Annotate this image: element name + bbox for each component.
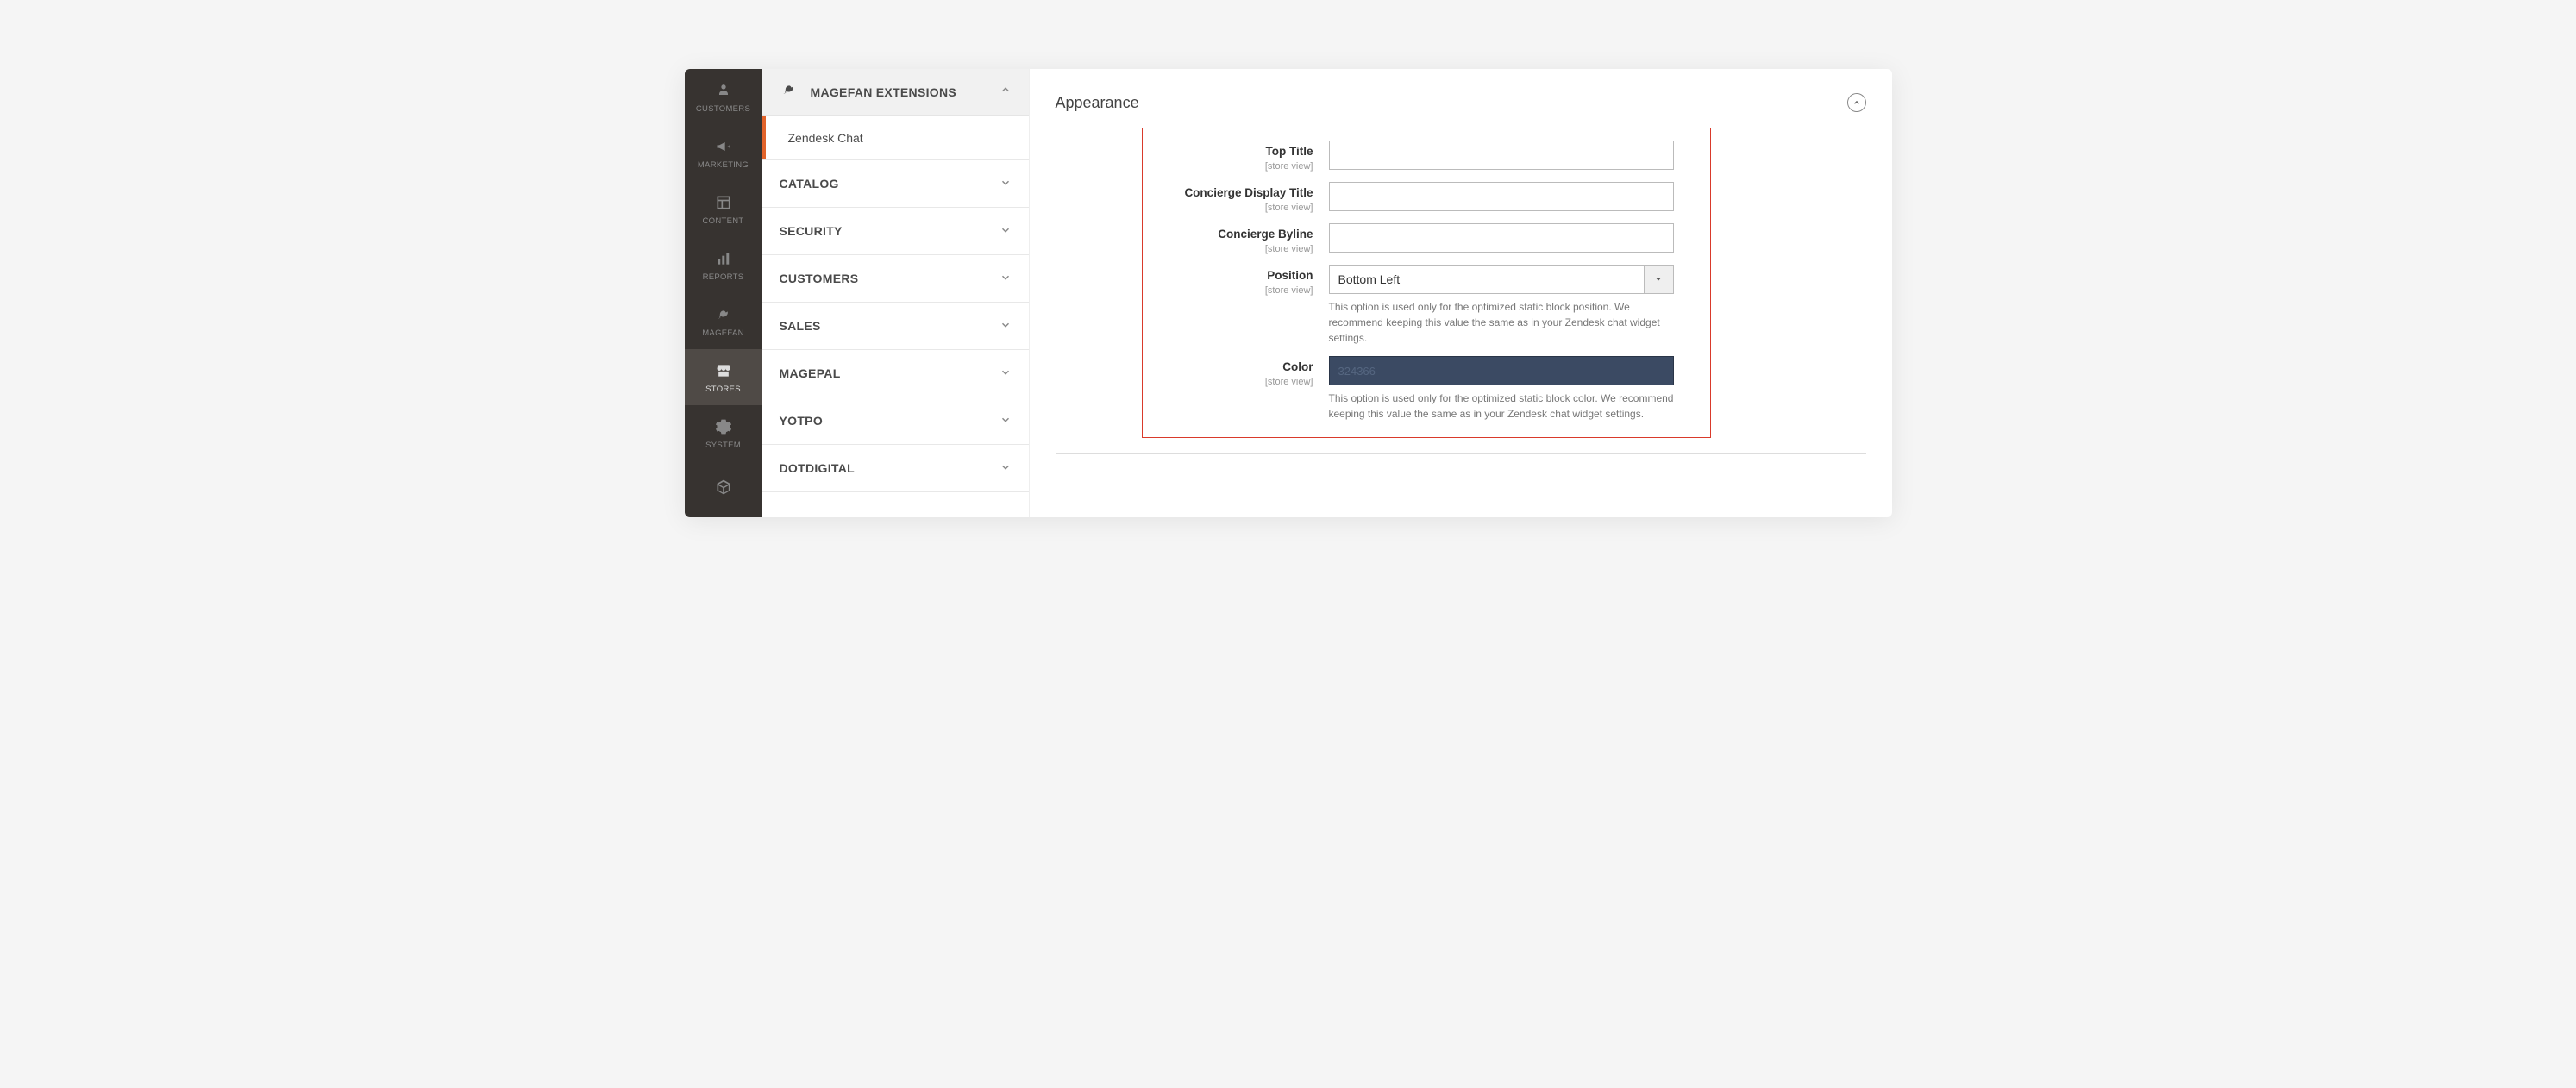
panel-group-label: CATALOG [780, 177, 1000, 191]
chevron-down-icon [1000, 177, 1012, 191]
chevron-down-icon [1000, 272, 1012, 286]
field-row-top-title: Top Title [store view] [1158, 141, 1695, 172]
nav-label: CUSTOMERS [696, 104, 750, 114]
position-select[interactable]: Bottom Left [1329, 265, 1674, 294]
nav-marketing[interactable]: MARKETING [685, 125, 762, 181]
panel-group-dotdigital[interactable]: DOTDIGITAL [762, 445, 1029, 492]
nav-label: MARKETING [698, 160, 749, 170]
chevron-up-icon [1000, 84, 1012, 100]
field-scope: [store view] [1158, 377, 1313, 387]
panel-group-yotpo[interactable]: YOTPO [762, 397, 1029, 445]
nav-stores[interactable]: STORES [685, 349, 762, 405]
bird-icon [780, 81, 799, 103]
field-scope: [store view] [1158, 285, 1313, 296]
chevron-down-icon [1000, 366, 1012, 381]
field-label: Concierge Display Title [1184, 186, 1313, 199]
fields-highlight-box: Top Title [store view] Concierge Display… [1142, 128, 1711, 438]
concierge-title-input[interactable] [1329, 182, 1674, 211]
concierge-byline-input[interactable] [1329, 223, 1674, 253]
section-title: Appearance [1056, 94, 1847, 112]
nav-extensions[interactable] [685, 461, 762, 517]
panel-group-label: SALES [780, 319, 1000, 333]
panel-group-magepal[interactable]: MAGEPAL [762, 350, 1029, 397]
cube-icon [714, 478, 733, 497]
panel-group-sales[interactable]: SALES [762, 303, 1029, 350]
dropdown-arrow-icon[interactable] [1645, 265, 1674, 294]
user-icon [714, 81, 733, 100]
store-icon [714, 361, 733, 380]
panel-item-zendesk-chat[interactable]: Zendesk Chat [762, 116, 1029, 160]
chevron-down-icon [1000, 414, 1012, 428]
layout-icon [714, 193, 733, 212]
collapse-toggle-icon[interactable] [1847, 93, 1866, 112]
nav-magefan[interactable]: MAGEFAN [685, 293, 762, 349]
chevron-down-icon [1000, 461, 1012, 476]
nav-label: REPORTS [703, 272, 744, 282]
field-scope: [store view] [1158, 244, 1313, 254]
panel-group-customers[interactable]: CUSTOMERS [762, 255, 1029, 303]
nav-label: MAGEFAN [702, 328, 744, 338]
field-help-text: This option is used only for the optimiz… [1329, 299, 1674, 346]
admin-frame: CUSTOMERS MARKETING CONTENT REPORTS MAGE… [685, 69, 1892, 517]
gear-icon [714, 417, 733, 436]
nav-label: CONTENT [702, 216, 743, 226]
bird-icon [714, 305, 733, 324]
top-title-input[interactable] [1329, 141, 1674, 170]
nav-label: STORES [705, 385, 741, 394]
color-input[interactable]: 324366 [1329, 356, 1674, 385]
field-label: Top Title [1266, 145, 1313, 158]
section-divider [1056, 453, 1866, 454]
megaphone-icon [714, 137, 733, 156]
panel-group-label: MAGEPAL [780, 366, 1000, 380]
position-select-value: Bottom Left [1329, 265, 1645, 294]
bars-icon [714, 249, 733, 268]
panel-group-label: DOTDIGITAL [780, 461, 1000, 475]
nav-system[interactable]: SYSTEM [685, 405, 762, 461]
color-input-value: 324366 [1338, 365, 1376, 378]
field-label: Position [1267, 269, 1313, 282]
nav-label: SYSTEM [705, 441, 741, 450]
chevron-down-icon [1000, 224, 1012, 239]
panel-group-label: SECURITY [780, 224, 1000, 238]
panel-item-label: Zendesk Chat [788, 131, 863, 145]
field-scope: [store view] [1158, 203, 1313, 213]
chevron-down-icon [1000, 319, 1012, 334]
field-row-position: Position [store view] Bottom Left This o… [1158, 265, 1695, 346]
nav-reports[interactable]: REPORTS [685, 237, 762, 293]
panel-group-label: CUSTOMERS [780, 272, 1000, 285]
section-header-appearance[interactable]: Appearance [1056, 86, 1866, 128]
main-content: Appearance Top Title [store view] Concie… [1030, 69, 1892, 517]
field-scope: [store view] [1158, 161, 1313, 172]
field-label: Concierge Byline [1218, 228, 1313, 241]
field-label: Color [1282, 360, 1313, 373]
field-row-concierge-title: Concierge Display Title [store view] [1158, 182, 1695, 213]
field-help-text: This option is used only for the optimiz… [1329, 391, 1674, 422]
config-panel: MAGEFAN EXTENSIONS Zendesk Chat CATALOG … [762, 69, 1030, 517]
nav-rail: CUSTOMERS MARKETING CONTENT REPORTS MAGE… [685, 69, 762, 517]
field-row-concierge-byline: Concierge Byline [store view] [1158, 223, 1695, 254]
panel-header-title: MAGEFAN EXTENSIONS [811, 85, 987, 99]
panel-group-label: YOTPO [780, 414, 1000, 428]
nav-content[interactable]: CONTENT [685, 181, 762, 237]
nav-customers[interactable]: CUSTOMERS [685, 69, 762, 125]
panel-header-magefan-extensions[interactable]: MAGEFAN EXTENSIONS [762, 69, 1029, 116]
panel-group-catalog[interactable]: CATALOG [762, 160, 1029, 208]
field-row-color: Color [store view] 324366 This option is… [1158, 356, 1695, 422]
panel-group-security[interactable]: SECURITY [762, 208, 1029, 255]
